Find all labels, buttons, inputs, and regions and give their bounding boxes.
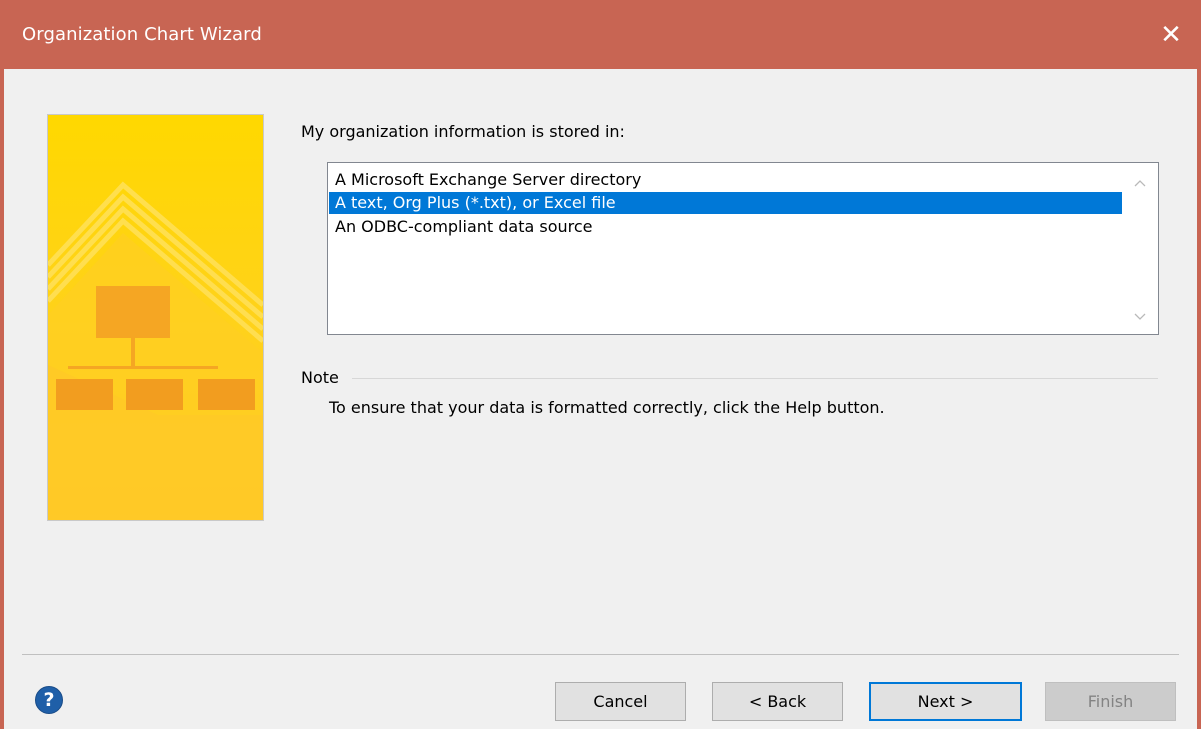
close-button[interactable]: ✕ <box>1141 0 1201 69</box>
scroll-up-button[interactable] <box>1122 171 1158 195</box>
cancel-button[interactable]: Cancel <box>555 682 686 721</box>
scroll-down-button[interactable] <box>1122 305 1158 329</box>
org-chart-illustration-icon <box>48 115 263 520</box>
help-icon: ? <box>43 689 55 711</box>
finish-button: Finish <box>1045 682 1176 721</box>
help-button[interactable]: ? <box>35 686 63 714</box>
window-border-right <box>1197 69 1201 729</box>
wizard-illustration <box>47 114 264 521</box>
list-item-selected[interactable]: A text, Org Plus (*.txt), or Excel file <box>329 192 1123 214</box>
list-item[interactable]: An ODBC-compliant data source <box>329 216 1125 238</box>
window-border-left <box>0 69 4 729</box>
list-item[interactable]: A Microsoft Exchange Server directory <box>329 169 1125 191</box>
note-heading: Note <box>301 368 339 387</box>
back-button[interactable]: < Back <box>712 682 843 721</box>
title-bar: Organization Chart Wizard ✕ <box>0 0 1201 69</box>
next-button[interactable]: Next > <box>869 682 1022 721</box>
footer-divider <box>22 654 1179 655</box>
note-text: To ensure that your data is formatted co… <box>329 398 885 417</box>
data-source-prompt: My organization information is stored in… <box>301 122 625 141</box>
chevron-up-icon <box>1134 180 1146 187</box>
listbox-scrollbar[interactable] <box>1122 163 1158 334</box>
close-icon: ✕ <box>1160 19 1182 50</box>
window-title: Organization Chart Wizard <box>22 24 262 45</box>
note-divider <box>352 378 1158 379</box>
chevron-down-icon <box>1134 313 1146 320</box>
data-source-listbox[interactable]: A Microsoft Exchange Server directory A … <box>327 162 1159 335</box>
